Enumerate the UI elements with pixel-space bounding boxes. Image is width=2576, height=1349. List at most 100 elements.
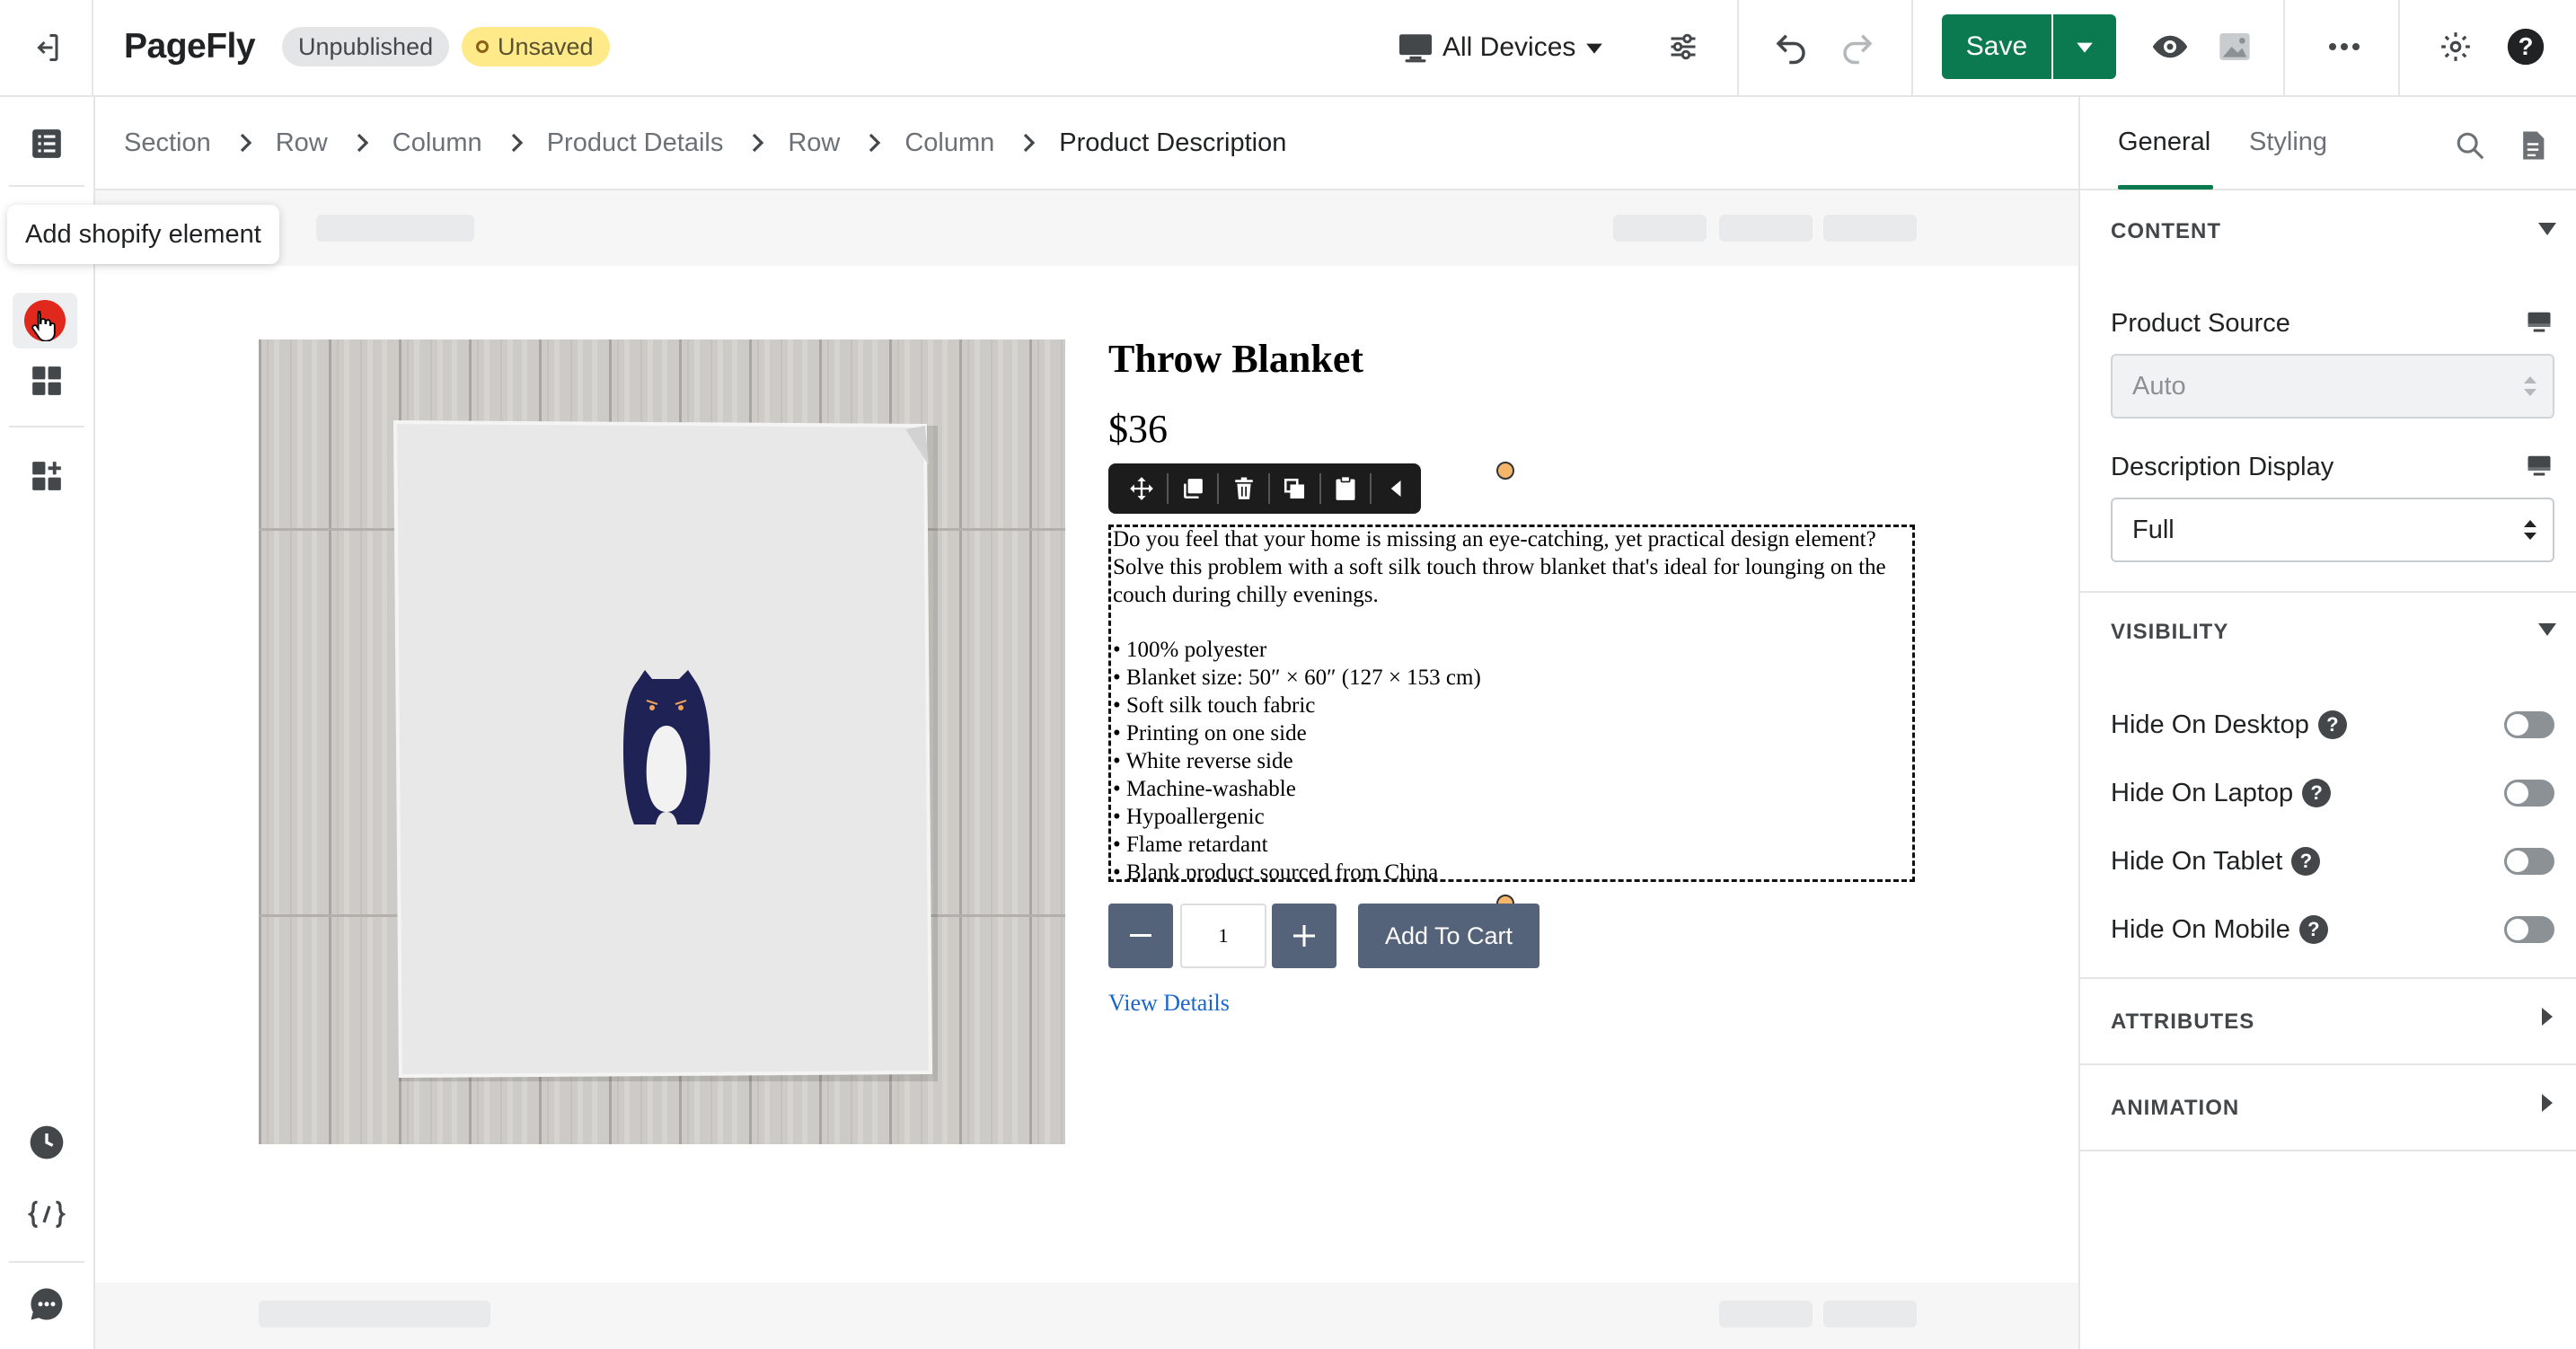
section-animation-header[interactable]: ANIMATION [2111,1096,2239,1121]
breadcrumb-item[interactable]: Product Details [547,128,724,158]
elements-button[interactable] [0,354,93,408]
duplicate-button[interactable] [1169,463,1218,514]
search-icon [2457,132,2484,160]
sliders-button[interactable] [1660,23,1707,70]
element-toolbar [1108,463,1421,514]
add-to-cart-button[interactable]: Add To Cart [1358,904,1539,968]
toggle-knob [2507,714,2528,736]
more-button[interactable] [2321,23,2368,70]
quantity-decrease-button[interactable] [1108,904,1173,968]
hide-on-tablet-toggle[interactable] [2504,848,2554,875]
copy-button[interactable] [1270,463,1319,514]
divider [2080,977,2576,979]
save-button[interactable]: Save [1942,14,2053,79]
divider [2080,591,2576,593]
chevron-right-icon [511,133,523,153]
quantity-increase-button[interactable] [1272,904,1337,968]
code-icon [28,1200,66,1229]
redo-icon [1843,34,1873,65]
chevron-down-icon [1586,43,1603,54]
chat-button[interactable] [0,1275,93,1333]
exit-button[interactable] [0,0,93,95]
search-button[interactable] [2448,124,2492,167]
hide-on-desktop-label: Hide On Desktop [2111,710,2309,739]
hide-on-desktop-toggle[interactable] [2504,711,2554,738]
section-content-header[interactable]: CONTENT [2111,219,2221,244]
product-image[interactable] [259,339,1065,1144]
settings-button[interactable] [2432,23,2479,70]
collapse-toolbar-button[interactable] [1372,463,1421,514]
chevron-right-icon [357,133,369,153]
hide-on-laptop-toggle[interactable] [2504,780,2554,807]
list-item: Blanket size: 50″ × 60″ (127 × 153 cm) [1113,664,1912,692]
divider [2283,0,2285,95]
breadcrumb-item[interactable]: Row [788,128,840,158]
tab-general[interactable]: General [2118,128,2210,157]
placeholder-bar [1719,1301,1813,1327]
preview-button[interactable] [2147,23,2193,70]
desktop-icon[interactable] [2526,453,2553,480]
undo-button[interactable] [1766,23,1816,70]
chevron-down-icon[interactable] [2538,623,2556,636]
product-title[interactable]: Throw Blanket [1108,336,1363,382]
desktop-icon[interactable] [2526,309,2553,336]
chevron-down-icon[interactable] [2538,223,2556,235]
publish-preview-button[interactable] [2211,23,2258,70]
hide-on-mobile-label: Hide On Mobile [2111,914,2290,944]
eye-icon [2152,35,2188,58]
list-item: Printing on one side [1113,719,1912,747]
quantity-input[interactable]: 1 [1180,904,1266,968]
tab-styling[interactable]: Styling [2249,128,2327,157]
left-rail [0,97,95,1349]
placeholder-section-top [95,190,2078,266]
description-display-select[interactable]: Full [2111,498,2554,562]
breadcrumb-item[interactable]: Column [393,128,482,158]
status-badge-unpublished: Unpublished [282,27,450,66]
grid-icon [32,366,61,395]
breadcrumb-item[interactable]: Section [124,128,211,158]
placeholder-bar [1823,1301,1917,1327]
help-icon[interactable]: ? [2291,847,2321,876]
help-button[interactable]: ? [2502,23,2549,70]
product-price[interactable]: $36 [1108,406,1168,452]
product-source-select[interactable]: Auto [2111,354,2554,419]
placeholder-bar [1823,215,1917,242]
breadcrumb-item[interactable]: Row [276,128,328,158]
divider [1911,0,1913,95]
toggle-knob [2507,919,2528,940]
description-display-value: Full [2132,515,2175,544]
custom-code-button[interactable] [0,1187,93,1241]
device-selector[interactable]: All Devices [1398,25,1604,70]
help-icon[interactable]: ? [2317,710,2347,739]
section-attributes-header[interactable]: ATTRIBUTES [2111,1010,2254,1035]
delete-button[interactable] [1219,463,1268,514]
hide-on-mobile-toggle[interactable] [2504,916,2554,943]
chevron-right-icon[interactable] [2542,1094,2553,1112]
move-button[interactable] [1117,463,1167,514]
add-section-icon [32,462,61,490]
chevron-right-icon[interactable] [2542,1008,2553,1026]
section-visibility-header[interactable]: VISIBILITY [2111,620,2228,645]
unsaved-label: Unsaved [498,33,594,60]
product-description[interactable]: Do you feel that your home is missing an… [1108,525,1915,882]
divider [2080,1063,2576,1065]
divider [9,1261,84,1263]
svg-text:?: ? [2519,32,2534,60]
document-button[interactable] [2511,124,2554,167]
view-details-link[interactable]: View Details [1108,990,1230,1017]
description-display-label: Description Display [2111,453,2334,481]
chevron-right-icon [1024,133,1036,153]
hide-on-tablet-row: Hide On Tablet ? [2111,839,2554,884]
add-section-button[interactable] [0,449,93,503]
help-icon[interactable]: ? [2298,915,2328,944]
list-item: White reverse side [1113,747,1912,775]
save-options-button[interactable] [2053,14,2116,79]
help-icon[interactable]: ? [2302,779,2332,807]
paste-button[interactable] [1321,463,1371,514]
resize-handle-top[interactable] [1496,462,1514,480]
layers-button[interactable] [0,117,93,171]
history-button[interactable] [0,1115,93,1169]
redo-button[interactable] [1832,23,1883,70]
chevron-down-icon [2077,42,2093,53]
breadcrumb-item[interactable]: Column [904,128,994,158]
